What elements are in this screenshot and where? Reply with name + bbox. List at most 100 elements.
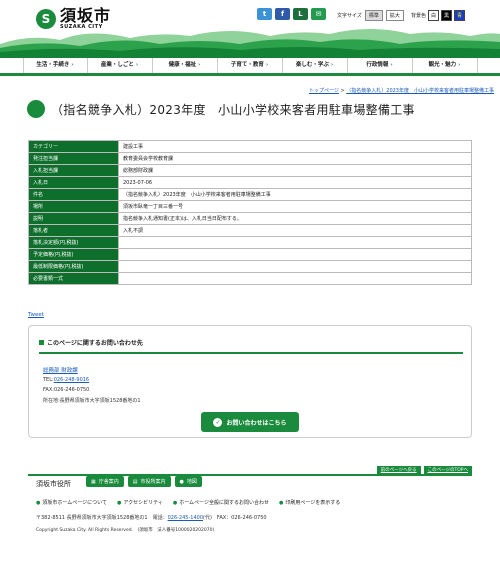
nav-item-tourism[interactable]: 観光・魅力 › (413, 58, 478, 73)
row-label: 入札日 (28, 176, 119, 189)
row-label: 件名 (28, 188, 119, 201)
site-header: S 須坂市 SUZAKA CITY t f L ✉ 文字サイズ 標準 拡大 背景… (0, 0, 500, 58)
page-nav-links: 前のページへ戻る このページのTOPへ (376, 466, 472, 474)
footer-address: 〒382-8511 長野県須坂市大字須坂1528番地の1 電話：026-245-… (36, 515, 267, 521)
footer-links: ● 須坂市ホームページについて ● アクセシビリティ ● ホームページ全般に関するお問… (36, 499, 340, 506)
row-value: 指名競争入札通知書(正本)は、入札日当日配布する。 (118, 212, 472, 225)
header-hills-decoration (0, 29, 500, 58)
row-value: 入札不調 (118, 224, 472, 237)
row-value: 教育委員会学校教育課 (118, 152, 472, 165)
city-hall-guide-button[interactable]: ▤ 市役所案内 (127, 476, 171, 487)
table-row: カテゴリー 建設工事 (28, 140, 472, 153)
table-row: 入札日 2023-07-06 (28, 176, 472, 189)
footer-link-inquiry[interactable]: ● ホームページ全般に関するお問い合わせ (173, 499, 269, 506)
mail-icon[interactable]: ✉ (311, 8, 326, 20)
table-row: 説明 指名競争入札通知書(正本)は、入札日当日配布する。 (28, 212, 472, 225)
contact-box: このページに関するお問い合わせ先 総務部 財政課 TEL:026-248-901… (28, 325, 472, 438)
row-label: 入札担当課 (28, 164, 119, 177)
table-row: 予定価格(円,税抜) (28, 248, 472, 261)
office-guide-button[interactable]: ▦ 庁舎案内 (86, 476, 124, 487)
nav-item-admin[interactable]: 行政情報 › (348, 58, 413, 73)
nav-item-enjoy[interactable]: 楽しむ・学ぶ › (283, 58, 348, 73)
logo-jp: 須坂市 (60, 6, 112, 25)
chevron-circle-icon: ● (172, 500, 178, 506)
facebook-icon[interactable]: f (275, 8, 290, 20)
breadcrumb-top-link[interactable]: トップページ (309, 88, 339, 94)
copyright: Copyright Suzaka City. All Rights Reserv… (36, 528, 215, 533)
table-row: 必要書類一式 (28, 272, 472, 285)
row-value: 須坂市臥竜一丁目三番一号 (118, 200, 472, 213)
nav-item-childcare[interactable]: 子育て・教育 › (218, 58, 283, 73)
contact-heading: このページに関するお問い合わせ先 (39, 338, 463, 354)
chevron-circle-icon: ● (278, 500, 284, 506)
row-value (118, 236, 472, 249)
heading-square-icon (39, 340, 44, 345)
row-value: 2023-07-06 (118, 176, 472, 189)
nav-item-health[interactable]: 健康・福祉 › (153, 58, 218, 73)
text-size-label: 文字サイズ (337, 13, 362, 19)
table-row: 場所 須坂市臥竜一丁目三番一号 (28, 200, 472, 213)
title-bullet-icon (27, 100, 45, 118)
row-label: 落札者 (28, 224, 119, 237)
line-icon[interactable]: L (293, 8, 308, 20)
bg-white-button[interactable]: 白 (428, 10, 440, 21)
map-pin-icon: ● (179, 478, 184, 485)
nav-item-industry[interactable]: 産業・しごと › (88, 58, 153, 73)
table-row: 落札決定額(円,税抜) (28, 236, 472, 249)
bg-black-button[interactable]: 黒 (441, 10, 453, 21)
row-value (118, 248, 472, 261)
footer-link-accessibility[interactable]: ● アクセシビリティ (117, 499, 163, 506)
text-size-large-button[interactable]: 拡大 (385, 10, 404, 21)
chevron-circle-icon: ● (36, 500, 41, 506)
text-size-control: 文字サイズ 標準 拡大 (337, 10, 404, 21)
row-label: 発注担当課 (28, 152, 119, 165)
text-size-standard-button[interactable]: 標準 (364, 10, 383, 21)
bg-blue-button[interactable]: 青 (454, 10, 466, 21)
row-value: （指名競争入札）2023年度 小山小学校来客者用駐車場整備工事 (118, 188, 472, 201)
row-label: 場所 (28, 200, 119, 213)
tweet-link[interactable]: Tweet (28, 312, 44, 318)
chevron-circle-icon: ● (116, 500, 122, 506)
table-row: 入札担当課 総務部財政課 (28, 164, 472, 177)
contact-dept-link[interactable]: 総務部 財政課 (43, 366, 78, 374)
table-row: 件名 （指名競争入札）2023年度 小山小学校来客者用駐車場整備工事 (28, 188, 472, 201)
back-link[interactable]: 前のページへ戻る (376, 466, 421, 474)
row-label: カテゴリー (28, 140, 119, 153)
bg-color-control: 背景色 白 黒 青 (411, 10, 466, 21)
table-row: 発注担当課 教育委員会学校教育課 (28, 152, 472, 165)
row-label: 落札決定額(円,税抜) (28, 236, 119, 249)
footer-link-print[interactable]: ● 印刷用ページを表示する (279, 499, 340, 506)
office-icon: ▤ (132, 478, 138, 485)
nav-item-life[interactable]: 生活・手続き › (22, 58, 88, 73)
row-label: 説明 (28, 212, 119, 225)
inquiry-button[interactable]: ✓ お問い合わせはこちら (201, 412, 299, 432)
twitter-icon[interactable]: t (257, 8, 272, 20)
row-value: 総務部財政課 (118, 164, 472, 177)
row-label: 最低制限価格(円,税抜) (28, 260, 119, 273)
bid-info-table: カテゴリー 建設工事 発注担当課 教育委員会学校教育課 入札担当課 総務部財政課 入札… (28, 140, 472, 285)
page-title: （指名競争入札）2023年度 小山小学校来客者用駐車場整備工事 (51, 102, 415, 117)
footer-city-hall-name: 須坂市役所 (36, 480, 71, 488)
footer-buttons: ▦ 庁舎案内 ▤ 市役所案内 ● 地図 (86, 476, 202, 487)
contact-address: 所在地:長野県須坂市大字須坂1528番地の1 (43, 398, 141, 404)
footer-tel-link[interactable]: 026-245-1400 (168, 515, 203, 521)
row-label: 予定価格(円,税抜) (28, 248, 119, 261)
check-circle-icon: ✓ (213, 417, 223, 427)
building-icon: ▦ (91, 478, 96, 485)
row-value (118, 260, 472, 273)
breadcrumb-current[interactable]: （指名競争入札）2023年度 小山小学校来客者用駐車場整備工事 (346, 88, 494, 94)
social-links: t f L ✉ (257, 8, 326, 20)
bg-color-label: 背景色 (411, 13, 427, 19)
footer-link-about[interactable]: ● 須坂市ホームページについて (36, 499, 107, 506)
title-row: （指名競争入札）2023年度 小山小学校来客者用駐車場整備工事 (27, 100, 415, 118)
contact-fax: FAX:026-246-0750 (43, 387, 90, 393)
breadcrumb: トップページ > （指名競争入札）2023年度 小山小学校来客者用駐車場整備工事 (308, 88, 494, 94)
global-nav: 生活・手続き › 産業・しごと › 健康・福祉 › 子育て・教育 › 楽しむ・学ぶ › 行… (0, 58, 500, 76)
table-row: 最低制限価格(円,税抜) (28, 260, 472, 273)
page-top-link[interactable]: このページのTOPへ (423, 466, 472, 474)
table-row: 落札者 入札不調 (28, 224, 472, 237)
contact-tel-link[interactable]: 026-248-9016 (54, 377, 89, 383)
map-button[interactable]: ● 地図 (174, 476, 202, 487)
row-label: 必要書類一式 (28, 272, 119, 285)
row-value: 建設工事 (118, 140, 472, 153)
